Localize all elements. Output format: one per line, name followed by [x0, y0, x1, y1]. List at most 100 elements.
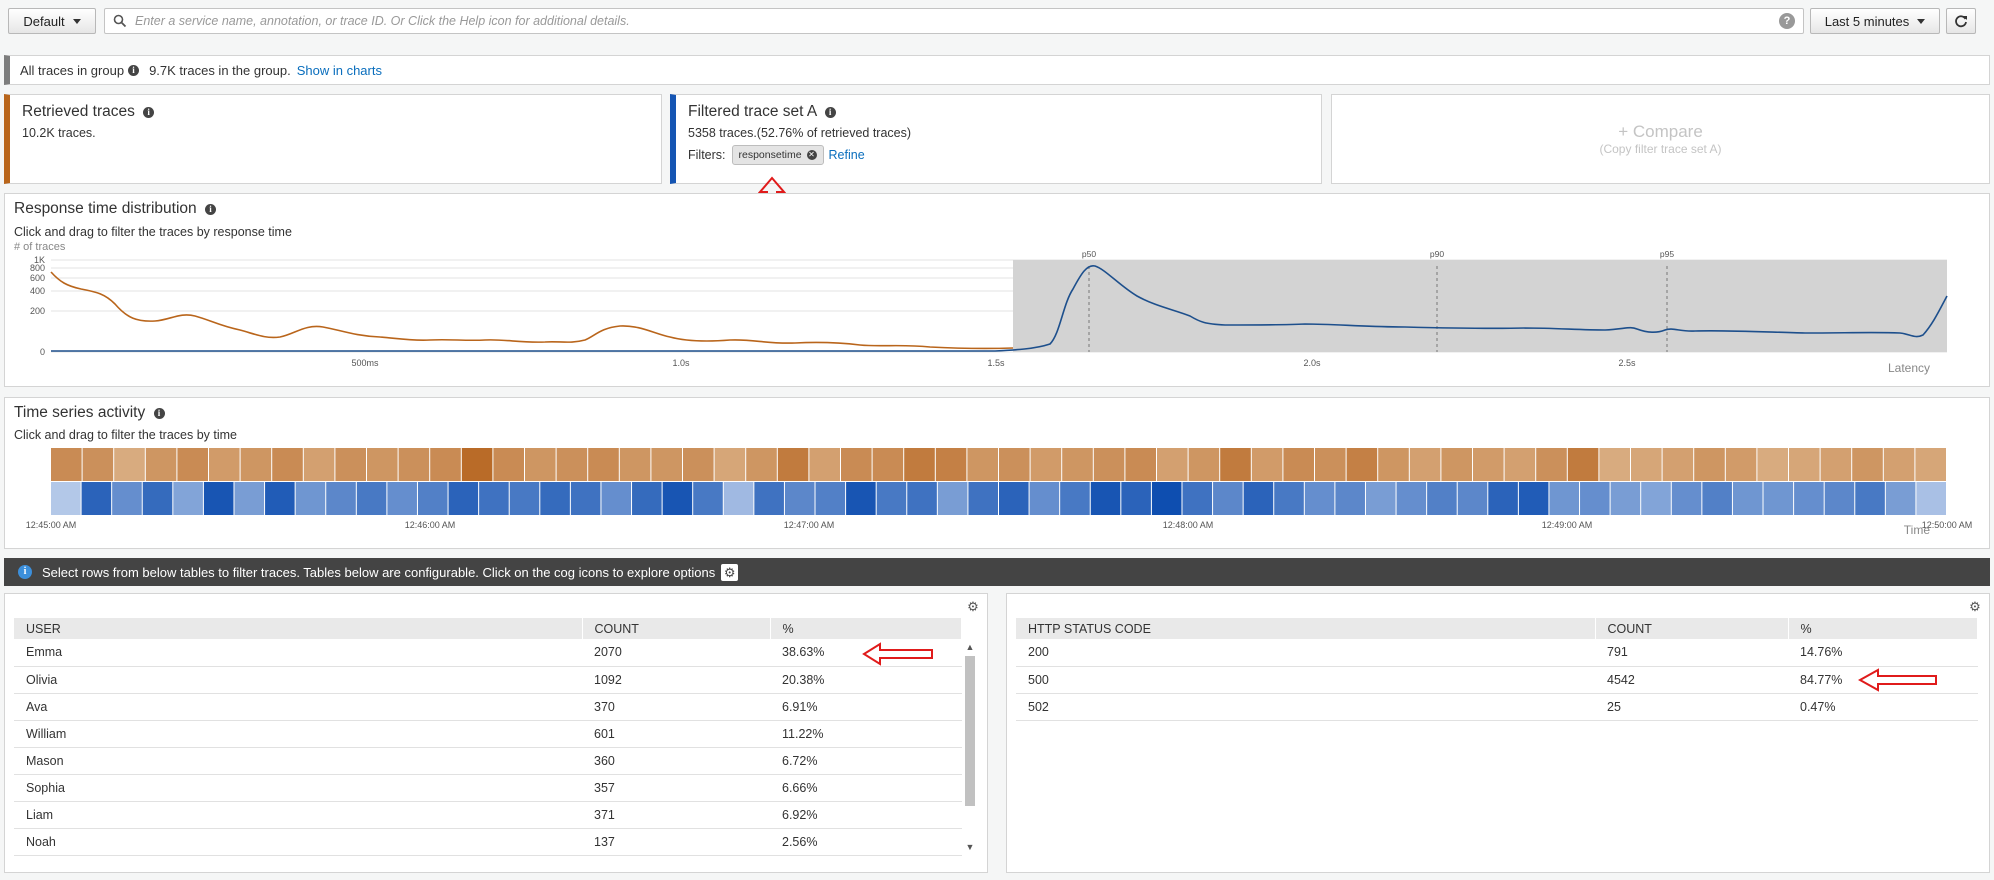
percentile-label: p50: [1082, 249, 1096, 259]
compare-card[interactable]: + Compare (Copy filter trace set A): [1331, 94, 1990, 184]
table-row[interactable]: Emma 2070 38.63%: [14, 639, 962, 667]
heatmap-cell-filtered: [509, 482, 540, 515]
heatmap-cell-filtered: [999, 482, 1029, 515]
gear-icon[interactable]: ⚙: [1969, 600, 1981, 613]
heatmap-cell-retrieved: [809, 448, 840, 481]
x-tick-label: 12:48:00 AM: [1163, 520, 1214, 530]
column-header-percent[interactable]: %: [770, 618, 962, 639]
refine-link[interactable]: Refine: [829, 148, 865, 162]
gear-icon[interactable]: ⚙: [967, 600, 979, 613]
scrollbar-thumb[interactable]: [965, 656, 975, 806]
group-dropdown[interactable]: Default: [8, 8, 96, 34]
heatmap-cell-filtered: [1671, 482, 1702, 515]
help-icon[interactable]: ?: [1779, 13, 1795, 29]
gear-icon[interactable]: ⚙: [721, 563, 739, 581]
table-row[interactable]: 502 25 0.47%: [1016, 693, 1978, 721]
refresh-button[interactable]: [1946, 8, 1976, 34]
y-tick-label: 200: [30, 306, 45, 316]
table-row[interactable]: Sophia 357 6.66%: [14, 774, 962, 802]
table-row[interactable]: William 601 11.22%: [14, 720, 962, 748]
heatmap-cell-filtered: [968, 482, 998, 515]
filtered-title: Filtered trace set A: [688, 103, 817, 120]
heatmap-cell-filtered: [1732, 482, 1763, 515]
filter-chip[interactable]: responsetime ✕: [731, 145, 824, 165]
table-row[interactable]: Liam 371 6.92%: [14, 801, 962, 829]
group-bar: All traces in group i 9.7K traces in the…: [4, 55, 1990, 85]
filter-chip-label: responsetime: [738, 149, 802, 161]
close-icon[interactable]: ✕: [806, 150, 817, 160]
search-input[interactable]: [133, 9, 1779, 33]
heatmap-cell-filtered: [754, 482, 784, 515]
time-range-dropdown[interactable]: Last 5 minutes: [1810, 8, 1940, 34]
heatmap-cell-retrieved: [82, 448, 114, 481]
info-icon[interactable]: i: [128, 64, 140, 76]
search-bar[interactable]: ?: [104, 8, 1804, 34]
heatmap-cell-retrieved: [777, 448, 809, 481]
x-axis-label: Time: [1904, 523, 1931, 537]
table-row[interactable]: Olivia 1092 20.38%: [14, 666, 962, 694]
x-tick-label: 2.0s: [1303, 358, 1321, 368]
heatmap-cell-retrieved: [1789, 448, 1820, 481]
heatmap-cell-retrieved: [1662, 448, 1694, 481]
table-row[interactable]: Mason 360 6.72%: [14, 747, 962, 775]
heatmap-cell-filtered: [479, 482, 509, 515]
x-tick-label: 12:46:00 AM: [405, 520, 456, 530]
chevron-down-icon: [72, 18, 81, 24]
table-scrollbar[interactable]: ▲ ▼: [963, 640, 977, 852]
x-tick-label: 1.0s: [672, 358, 690, 368]
column-header-user[interactable]: USER: [14, 618, 583, 639]
heatmap-cell-retrieved: [1409, 448, 1441, 481]
heatmap-cell-filtered: [1396, 482, 1427, 515]
table-row[interactable]: Ava 370 6.91%: [14, 693, 962, 721]
retrieved-count: 10.2K traces.: [22, 126, 96, 140]
time-series-heatmap[interactable]: 12:45:00 AM 12:46:00 AM 12:47:00 AM 12:48:0…: [5, 398, 1991, 550]
column-header-count[interactable]: COUNT: [1595, 618, 1789, 639]
scroll-up-icon[interactable]: ▲: [963, 640, 977, 654]
heatmap-cell-retrieved: [619, 448, 651, 481]
heatmap-cell-retrieved: [1473, 448, 1504, 481]
column-header-percent[interactable]: %: [1788, 618, 1978, 639]
show-in-charts-link[interactable]: Show in charts: [297, 63, 382, 78]
refresh-icon: [1955, 15, 1967, 28]
heatmap-cell-retrieved: [1567, 448, 1599, 481]
heatmap-cell-retrieved: [1346, 448, 1378, 481]
heatmap-cell-retrieved: [525, 448, 556, 481]
table-row[interactable]: 200 791 14.76%: [1016, 639, 1978, 667]
heatmap-cell-filtered: [1855, 482, 1885, 515]
heatmap-cell-retrieved: [1599, 448, 1630, 481]
heatmap-cell-retrieved: [1378, 448, 1409, 481]
heatmap-cell-filtered: [1365, 482, 1396, 515]
heatmap-cell-filtered: [1794, 482, 1824, 515]
scroll-down-icon[interactable]: ▼: [963, 842, 977, 852]
heatmap-cell-filtered: [876, 482, 907, 515]
heatmap-cell-filtered: [601, 482, 632, 515]
heatmap-cell-filtered: [1763, 482, 1794, 515]
heatmap-cell-filtered: [112, 482, 142, 515]
heatmap-cell-retrieved: [430, 448, 461, 481]
info-bar: i Select rows from below tables to filte…: [4, 558, 1990, 586]
heatmap-cell-retrieved: [1251, 448, 1283, 481]
heatmap-cell-filtered: [784, 482, 815, 515]
table-row[interactable]: 500 4542 84.77%: [1016, 666, 1978, 694]
info-icon[interactable]: i: [824, 107, 836, 118]
heatmap-cell-filtered: [723, 482, 754, 515]
table-row[interactable]: Noah 137 2.56%: [14, 828, 962, 856]
column-header-count[interactable]: COUNT: [582, 618, 771, 639]
y-tick-label: 600: [30, 273, 45, 283]
heatmap-cell-retrieved: [967, 448, 998, 481]
heatmap-cell-filtered: [1457, 482, 1488, 515]
info-icon[interactable]: i: [143, 107, 155, 118]
column-header-http-status[interactable]: HTTP STATUS CODE: [1016, 618, 1596, 639]
filtered-trace-set-card: Filtered trace set A i 5358 traces.(52.7…: [670, 94, 1322, 184]
heatmap-cell-retrieved: [1536, 448, 1567, 481]
heatmap-cell-filtered: [907, 482, 937, 515]
heatmap-cell-filtered: [1060, 482, 1090, 515]
heatmap-cell-retrieved: [935, 448, 967, 481]
heatmap-cell-retrieved: [1694, 448, 1725, 481]
heatmap-cell-filtered: [142, 482, 173, 515]
heatmap-cell-retrieved: [114, 448, 145, 481]
response-time-chart[interactable]: 1K8006004002000500ms 1.0s 1.5s 2.0s 2.5s Late…: [5, 194, 1991, 388]
heatmap-cell-retrieved: [335, 448, 366, 481]
heatmap-cell-filtered: [51, 482, 81, 515]
heatmap-cell-retrieved: [1093, 448, 1125, 481]
